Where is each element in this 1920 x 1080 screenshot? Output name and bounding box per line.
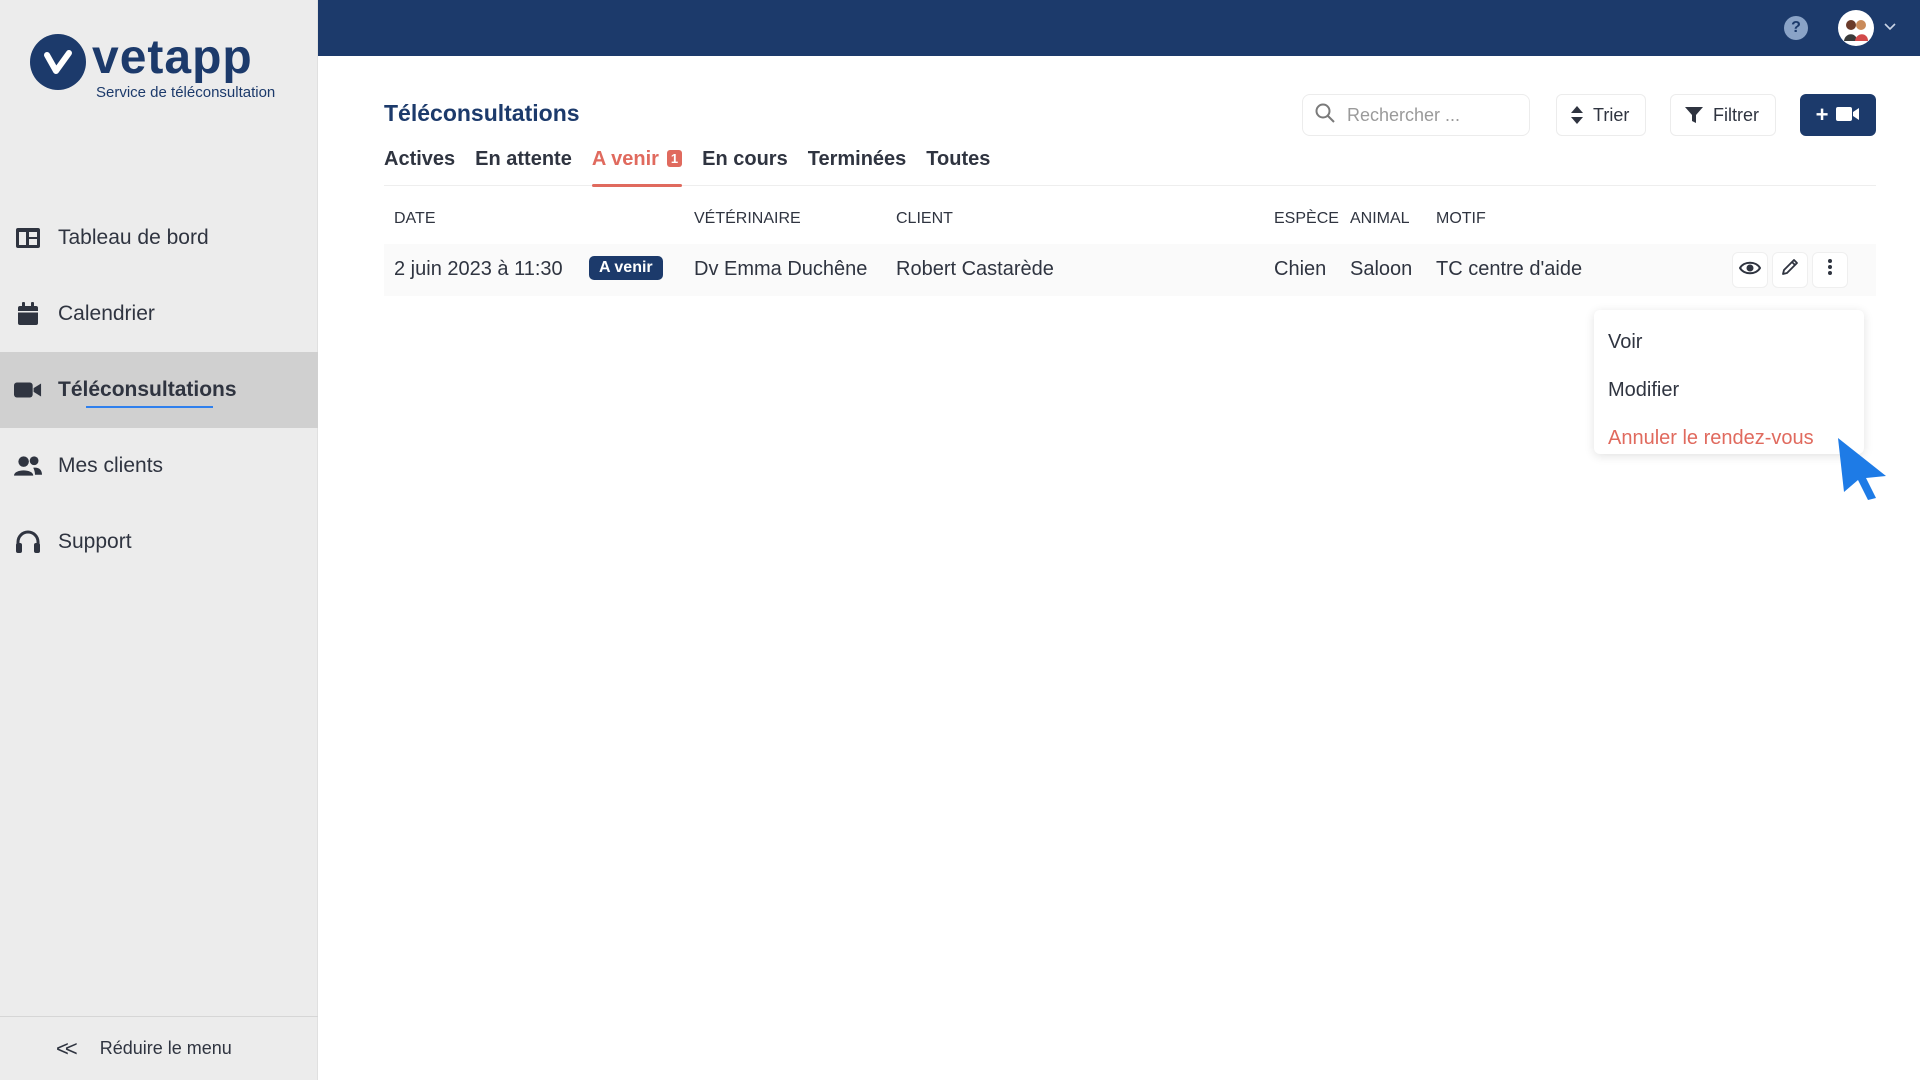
tab-label: A venir <box>591 148 659 170</box>
row-date: 2 juin 2023 à 11:30 <box>394 258 563 280</box>
search-box[interactable] <box>1302 94 1530 136</box>
eye-icon <box>1738 259 1762 282</box>
sort-icon <box>1571 106 1583 124</box>
edit-button[interactable] <box>1772 252 1808 288</box>
pencil-icon <box>1781 258 1799 282</box>
sidebar: vetapp Service de téléconsultation Table… <box>0 0 318 1080</box>
column-header-date[interactable]: DATE <box>394 210 435 228</box>
tab-a-venir[interactable]: A venir 1 <box>591 148 683 187</box>
video-camera-icon <box>14 376 42 404</box>
sidebar-item-label: Téléconsultations <box>58 378 237 408</box>
mouse-cursor-icon <box>1836 436 1892 505</box>
column-header-animal[interactable]: ANIMAL <box>1350 210 1410 228</box>
add-teleconsultation-button[interactable]: + <box>1800 94 1876 136</box>
column-header-veterinaire[interactable]: VÉTÉRINAIRE <box>694 210 801 228</box>
tab-en-cours[interactable]: En cours <box>702 148 788 186</box>
tab-label: En cours <box>702 148 788 170</box>
row-client: Robert Castarède <box>896 258 1054 280</box>
search-input[interactable] <box>1347 104 1517 126</box>
filter-icon <box>1685 106 1703 124</box>
users-icon <box>14 452 42 480</box>
row-espece: Chien <box>1274 258 1327 280</box>
search-icon <box>1315 103 1335 128</box>
menu-item-annuler-rendez-vous[interactable]: Annuler le rendez-vous <box>1594 414 1864 462</box>
tab-en-attente[interactable]: En attente <box>475 148 572 186</box>
tab-terminees[interactable]: Terminées <box>808 148 907 186</box>
tab-actives[interactable]: Actives <box>384 148 455 186</box>
sidebar-item-calendrier[interactable]: Calendrier <box>0 276 318 352</box>
collapse-menu-label: Réduire le menu <box>99 1038 232 1058</box>
calendar-icon <box>14 300 42 328</box>
sidebar-item-mes-clients[interactable]: Mes clients <box>0 428 318 504</box>
row-animal: Saloon <box>1350 258 1413 280</box>
dashboard-icon <box>14 224 42 252</box>
sort-button[interactable]: Trier <box>1556 94 1646 136</box>
tab-count-badge: 1 <box>666 150 683 167</box>
chevron-down-icon[interactable] <box>1884 18 1896 34</box>
logo-subtitle: Service de téléconsultation <box>96 84 276 101</box>
row-context-menu: Voir Modifier Annuler le rendez-vous <box>1594 310 1864 454</box>
sort-label: Trier <box>1593 104 1630 125</box>
row-motif: TC centre d'aide <box>1436 258 1583 280</box>
filter-label: Filtrer <box>1713 104 1759 125</box>
column-header-motif[interactable]: MOTIF <box>1436 210 1486 228</box>
sidebar-item-teleconsultations[interactable]: Téléconsultations <box>0 352 318 428</box>
logo-word: vetapp <box>92 31 253 84</box>
filter-button[interactable]: Filtrer <box>1670 94 1776 136</box>
sidebar-item-label: Tableau de bord <box>58 226 209 249</box>
sidebar-item-label: Mes clients <box>58 454 164 477</box>
headset-icon <box>14 528 42 556</box>
tab-toutes[interactable]: Toutes <box>926 148 990 186</box>
sidebar-item-label: Support <box>58 530 132 553</box>
page-title: Téléconsultations <box>384 100 580 126</box>
status-tabs: Actives En attente A venir 1 En cours Ter… <box>384 148 1876 187</box>
table-row[interactable]: 2 juin 2023 à 11:30 A venir Dv Emma Duch… <box>384 244 1876 296</box>
avatar[interactable] <box>1838 10 1874 46</box>
menu-item-modifier[interactable]: Modifier <box>1594 366 1864 414</box>
tab-label: Toutes <box>926 148 991 170</box>
add-label: + <box>1815 102 1829 127</box>
status-badge: A venir <box>589 256 663 280</box>
logo-mark-icon <box>30 34 86 90</box>
top-bar: ? <box>318 0 1920 56</box>
sidebar-item-support[interactable]: Support <box>0 504 318 580</box>
view-button[interactable] <box>1732 252 1768 288</box>
tab-label: En attente <box>475 148 572 170</box>
menu-item-voir[interactable]: Voir <box>1594 318 1864 366</box>
tab-label: Actives <box>384 148 456 170</box>
row-veterinaire: Dv Emma Duchêne <box>694 258 868 280</box>
column-header-client[interactable]: CLIENT <box>896 210 953 228</box>
column-header-espece[interactable]: ESPÈCE <box>1274 210 1339 228</box>
sidebar-nav: Tableau de bord Calendrier Téléconsultat… <box>0 200 318 580</box>
double-chevron-left-icon: << <box>56 1035 78 1061</box>
tab-label: Terminées <box>807 148 907 170</box>
more-options-button[interactable] <box>1812 252 1848 288</box>
vetapp-logo[interactable]: vetapp Service de téléconsultation <box>30 34 275 101</box>
sidebar-item-tableau-de-bord[interactable]: Tableau de bord <box>0 200 318 276</box>
collapse-menu-button[interactable]: << Réduire le menu <box>0 1016 318 1080</box>
help-icon[interactable]: ? <box>1784 16 1808 40</box>
video-camera-icon <box>1836 102 1860 128</box>
sidebar-item-label: Calendrier <box>58 302 155 325</box>
table-header: DATE VÉTÉRINAIRE CLIENT ESPÈCE ANIMAL MO… <box>384 210 1876 236</box>
kebab-menu-icon <box>1827 258 1833 282</box>
